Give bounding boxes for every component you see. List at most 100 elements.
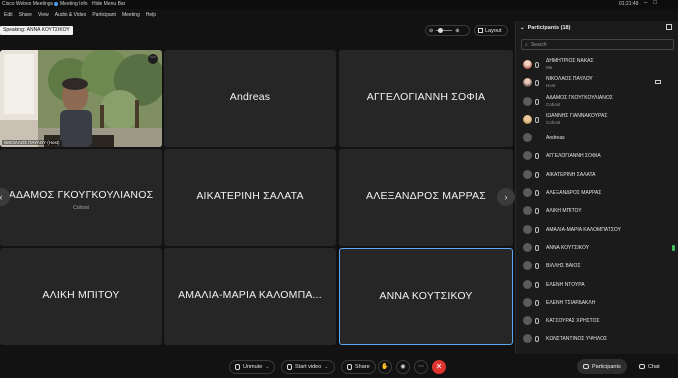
- participants-toggle-button[interactable]: Participants: [577, 359, 627, 374]
- avatar: [523, 60, 532, 69]
- list-item[interactable]: ΕΛΕΝΗ ΤΣΙΑΡΔΑΚΛΗ: [516, 294, 678, 312]
- search-icon: ⌕: [525, 41, 528, 48]
- title-bar: Cisco Webex Meetings Meeting Info Hide M…: [0, 0, 678, 9]
- video-tile-host[interactable]: ΝΙΚΟΛΑΟΣ ΠΑΥΛΟΥ (Host) ⋯: [0, 50, 162, 147]
- list-item[interactable]: ΚΑΤΣΟΥΡΑΣ ΧΡΗΣΤΟΣ: [516, 312, 678, 330]
- maximize-icon[interactable]: □: [653, 0, 657, 6]
- meeting-info-button[interactable]: Meeting Info: [54, 1, 88, 7]
- menu-audio-video[interactable]: Audio & Video: [55, 12, 87, 18]
- participant-name: ΑΔΑΜΟΣ ΓΚΟΥΓΚΟΥΛΙΑΝΟΣ: [546, 94, 613, 101]
- participant-name: ΑΛΕΞΑΝΔΡΟΣ ΜΑΡΡΑΣ: [366, 190, 486, 202]
- list-item[interactable]: ΝΙΚΟΛΑΟΣ ΠΑΥΛΟΥ Host: [516, 74, 678, 92]
- chat-toggle-button[interactable]: Chat: [633, 359, 666, 374]
- participant-role: Cohost: [73, 205, 89, 211]
- more-options-icon[interactable]: ⋯: [148, 54, 158, 64]
- zoom-in-icon[interactable]: ⊕: [455, 28, 459, 34]
- video-tile[interactable]: ΑΓΓΕΛΟΓΙΑΝΝΗ ΣΟΦΙΑ: [339, 50, 513, 147]
- list-item[interactable]: ΑΜΑΛΙΑ-ΜΑΡΙΑ ΚΑΛΟΜΠΑΤΣΟΥ: [516, 221, 678, 239]
- chevron-down-icon[interactable]: ⌄: [265, 364, 269, 370]
- video-tile[interactable]: ΑΛΙΚΗ ΜΠΙΤΟΥ: [0, 248, 162, 345]
- avatar: [523, 316, 532, 326]
- microphone-icon: [535, 318, 539, 325]
- list-item[interactable]: ΔΗΜΗΤΡΙΟΣ ΝΑΚΑΣ Me: [516, 56, 678, 74]
- list-item[interactable]: ΙΩΑΝΝΗΣ ΓΙΑΝΝΑΚΟΥΡΑΣ Cohost: [516, 111, 678, 129]
- layout-button[interactable]: Layout: [474, 25, 508, 36]
- avatar: [523, 261, 532, 271]
- list-item[interactable]: ΑΛΕΞΑΝΔΡΟΣ ΜΑΡΡΑΣ: [516, 184, 678, 202]
- participant-role: Me: [546, 65, 553, 70]
- video-tile[interactable]: ΑΜΑΛΙΑ-ΜΑΡΙΑ ΚΑΛΟΜΠΑ...: [164, 248, 336, 345]
- microphone-icon: [535, 62, 539, 68]
- avatar: [523, 114, 532, 124]
- menu-help[interactable]: Help: [146, 12, 156, 18]
- participant-role: Host: [546, 83, 556, 89]
- list-item[interactable]: ΑΓΓΕΛΟΓΙΑΝΝΗ ΣΟΦΙΑ: [516, 147, 678, 165]
- list-item[interactable]: ΑΙΚΑΤΕΡΙΝΗ ΣΑΛΑΤΑ: [516, 166, 678, 184]
- list-item[interactable]: ΑΔΑΜΟΣ ΓΚΟΥΓΚΟΥΛΙΑΝΟΣ Cohost: [516, 93, 678, 111]
- video-tile[interactable]: ΑΔΑΜΟΣ ΓΚΟΥΓΚΟΥΛΙΑΝΟΣ Cohost: [0, 149, 162, 246]
- participant-name: ΚΩΝΣΤΑΝΤΙΝΟΣ ΥΨΗΛΟΣ: [546, 336, 608, 343]
- video-tile[interactable]: ΑΙΚΑΤΕΡΙΝΗ ΣΑΛΑΤΑ: [164, 149, 336, 246]
- list-item[interactable]: ΒΙΛΛΗΣ ΒΑΙΟΣ: [516, 257, 678, 275]
- chevron-down-icon[interactable]: ⌄: [324, 364, 328, 370]
- menu-participant[interactable]: Participant: [92, 12, 116, 18]
- participant-name: ΙΩΑΝΝΗΣ ΓΙΑΝΝΑΚΟΥΡΑΣ: [546, 112, 608, 119]
- zoom-slider-knob[interactable]: [438, 28, 444, 33]
- participant-name: Andreas: [546, 135, 565, 142]
- avatar: [523, 188, 532, 198]
- menu-bar: Edit Share View Audio & Video Participan…: [0, 9, 678, 21]
- host-video-feed: [0, 50, 162, 147]
- menu-share[interactable]: Share: [19, 12, 32, 18]
- participant-name: ΑΛΙΚΗ ΜΠΙΤΟΥ: [42, 289, 120, 301]
- menu-edit[interactable]: Edit: [4, 12, 13, 18]
- participants-header[interactable]: ⌄ Participants (18): [520, 25, 570, 31]
- unmute-button[interactable]: Unmute ⌄: [229, 360, 276, 374]
- video-zoom-control[interactable]: ⊖ ⊕: [425, 25, 470, 36]
- participant-name: ΑΜΑΛΙΑ-ΜΑΡΙΑ ΚΑΛΟΜΠΑΤΣΟΥ: [546, 226, 621, 233]
- participant-list: ΔΗΜΗΤΡΙΟΣ ΝΑΚΑΣ Me ΝΙΚΟΛΑΟΣ ΠΑΥΛΟΥ Host …: [516, 56, 678, 349]
- reactions-button[interactable]: ✋: [378, 360, 392, 374]
- window-controls: – □: [644, 0, 657, 6]
- list-item[interactable]: ΑΛΙΚΗ ΜΠΙΤΟΥ: [516, 202, 678, 220]
- end-call-button[interactable]: ✕: [432, 360, 446, 374]
- avatar: [523, 133, 532, 143]
- zoom-slider[interactable]: [436, 28, 453, 33]
- participant-name: ΕΛΕΝΗ ΝΤΟΥΡΑ: [546, 281, 585, 288]
- video-off-icon: [287, 364, 292, 370]
- chevron-down-icon[interactable]: ⌄: [520, 25, 525, 31]
- unmute-label: Unmute: [243, 364, 263, 370]
- more-options-icon[interactable]: ⋯: [414, 360, 428, 374]
- next-page-arrow-icon[interactable]: ›: [497, 188, 515, 206]
- participant-search-input[interactable]: ⌕ Search: [521, 39, 674, 50]
- list-item[interactable]: ΑΝΝΑ ΚΟΥΤΣΙΚΟΥ: [516, 239, 678, 257]
- app-title: Cisco Webex Meetings: [2, 1, 54, 7]
- participant-role: Cohost: [546, 119, 561, 125]
- menu-view[interactable]: View: [38, 12, 49, 18]
- avatar: [523, 151, 532, 161]
- video-tile-active-speaker[interactable]: ΑΝΝΑ ΚΟΥΤΣΙΚΟΥ: [339, 248, 513, 345]
- record-button[interactable]: ◉: [396, 360, 410, 374]
- zoom-out-icon[interactable]: ⊖: [429, 28, 433, 34]
- share-icon: [347, 364, 352, 370]
- microphone-icon: [535, 299, 539, 306]
- menu-meeting[interactable]: Meeting: [122, 12, 140, 18]
- list-item[interactable]: ΕΛΕΝΗ ΝΤΟΥΡΑ: [516, 276, 678, 294]
- minimize-icon[interactable]: –: [644, 0, 647, 6]
- speaking-indicator: Speaking: ΑΝΝΑ ΚΟΥΤΣΙΚΟΥ: [0, 26, 73, 35]
- popout-icon[interactable]: [666, 24, 672, 30]
- host-name-label: ΝΙΚΟΛΑΟΣ ΠΑΥΛΟΥ (Host): [2, 140, 62, 145]
- participants-title: Participants (18): [527, 25, 571, 31]
- microphone-icon: [535, 190, 539, 197]
- layout-label: Layout: [485, 27, 502, 34]
- participant-name: ΑΛΙΚΗ ΜΠΙΤΟΥ: [546, 208, 582, 215]
- start-video-button[interactable]: Start video ⌄: [281, 360, 335, 374]
- video-tile[interactable]: ΑΛΕΞΑΝΔΡΟΣ ΜΑΡΡΑΣ: [339, 149, 513, 246]
- chat-icon: [639, 364, 645, 369]
- share-button[interactable]: Share: [341, 360, 376, 374]
- participant-name: ΑΝΝΑ ΚΟΥΤΣΙΚΟΥ: [379, 290, 473, 302]
- list-item[interactable]: Andreas: [516, 129, 678, 147]
- list-item[interactable]: ΚΩΝΣΤΑΝΤΙΝΟΣ ΥΨΗΛΟΣ: [516, 330, 678, 348]
- hide-menu-bar-button[interactable]: Hide Menu Bar: [92, 1, 125, 7]
- video-tile[interactable]: Andreas: [164, 50, 336, 147]
- participants-label: Participants: [592, 363, 621, 370]
